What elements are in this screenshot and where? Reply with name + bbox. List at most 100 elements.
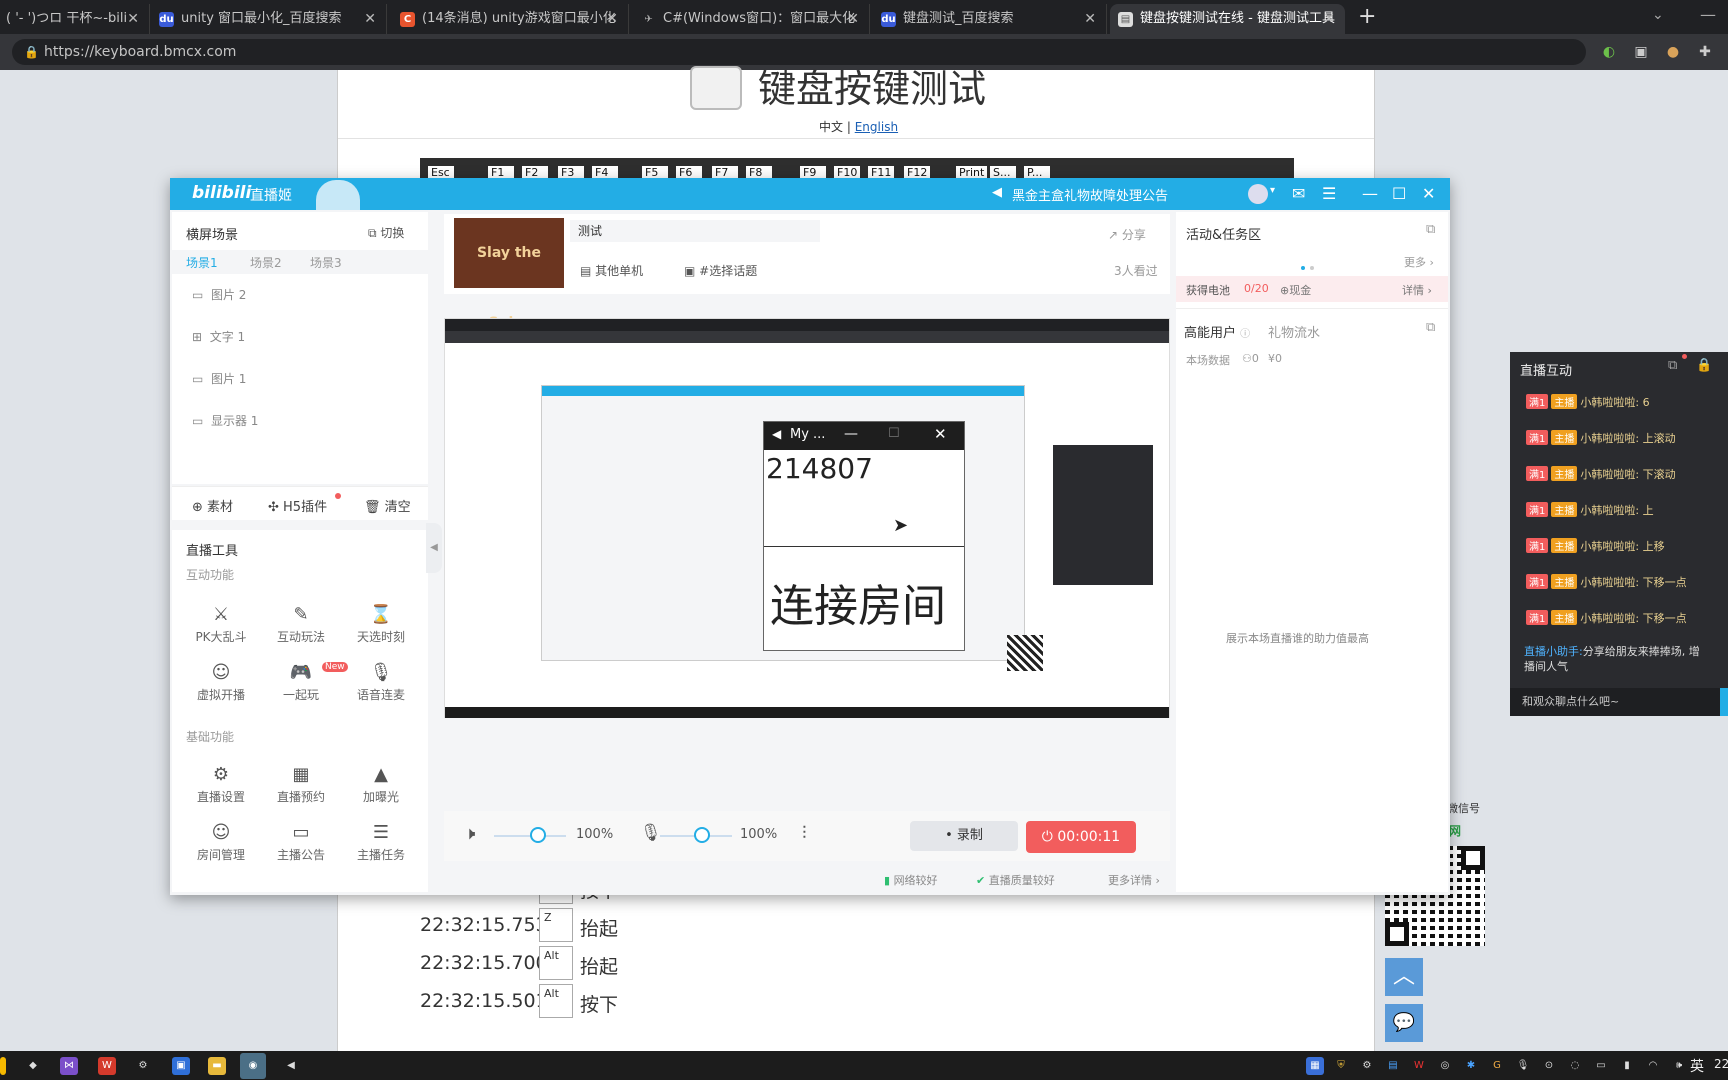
unity-app-icon[interactable]: ◆ [24, 1057, 42, 1075]
browser-tab-active[interactable]: ▤ 键盘按键测试在线 - 键盘测试工具 ✕ [1110, 4, 1345, 34]
speaker-icon[interactable]: 🕨 [464, 823, 475, 844]
bili-tray-icon[interactable]: ▤ [1384, 1057, 1402, 1075]
ime-indicator[interactable]: 英 [1690, 1056, 1704, 1076]
wps-tray-icon[interactable]: W [1410, 1057, 1428, 1075]
battery-icon[interactable]: ▮ [1618, 1057, 1636, 1075]
tool-button[interactable]: ☺ 房间管理 [186, 822, 256, 863]
gear-icon[interactable]: ⚙ [1358, 1057, 1376, 1075]
minimize-icon[interactable]: — [1362, 178, 1378, 210]
source-item[interactable]: ▭ 显示器 1 [192, 412, 258, 429]
puzzle-icon[interactable]: ✚ [1696, 43, 1714, 61]
tab-search-icon[interactable]: ⌄ [1652, 7, 1664, 23]
carousel-dot[interactable] [1301, 266, 1305, 270]
send-button[interactable] [1720, 688, 1728, 716]
unity-editor-icon[interactable]: ◀ [282, 1057, 300, 1075]
clock[interactable]: 22 [1714, 1057, 1728, 1071]
tool-button[interactable]: ⚔ PK大乱斗 [186, 604, 256, 645]
collapse-handle[interactable]: ◀ [426, 523, 442, 573]
volume-icon[interactable]: 🕪 [1670, 1057, 1688, 1075]
tool-button[interactable]: ⌛ 天选时刻 [346, 604, 416, 645]
connect-room-button[interactable]: 连接房间 [770, 570, 946, 634]
lang-cn[interactable]: 中文 [819, 120, 843, 134]
reader-icon[interactable]: ▣ [1632, 43, 1650, 61]
menu-icon[interactable]: ☰ [1322, 178, 1336, 210]
tab-scene-3[interactable]: 场景3 [310, 254, 342, 271]
tray-globe-icon[interactable]: ◌ [1566, 1057, 1584, 1075]
chat-button[interactable]: 💬 [1385, 1004, 1423, 1042]
lock-icon[interactable]: 🔒 [1696, 358, 1712, 373]
close-icon[interactable]: ✕ [847, 4, 859, 34]
steam-icon-2[interactable]: ⊙ [1540, 1057, 1558, 1075]
popout-icon[interactable]: ⧉ [1426, 320, 1435, 335]
category-button[interactable]: ▤ 其他单机 [580, 262, 643, 279]
display-icon[interactable]: ▭ [1592, 1057, 1610, 1075]
wps-icon[interactable]: W [98, 1057, 116, 1075]
source-item[interactable]: ▭ 图片 2 [192, 286, 246, 303]
chrome-tray-icon[interactable]: G [1488, 1057, 1506, 1075]
tool-button[interactable]: ☺ 虚拟开播 [186, 662, 256, 703]
close-icon[interactable]: ✕ [1323, 4, 1335, 34]
close-icon[interactable]: ✕ [127, 4, 139, 34]
browser-tab[interactable]: C (14条消息) unity游戏窗口最小化 ✕ [392, 4, 629, 34]
steam-icon[interactable]: ⚙ [134, 1057, 152, 1075]
mic-tray-icon[interactable]: 🎙 [1514, 1057, 1532, 1075]
source-item[interactable]: ⊞ 文字 1 [192, 328, 245, 345]
close-icon[interactable]: ✕ [364, 4, 376, 34]
browser-tab[interactable]: ( '- ')つロ 干杯~-bili ✕ [0, 4, 150, 34]
browser-app-icon[interactable]: ◉ [240, 1053, 266, 1079]
back-to-top-button[interactable]: ︿ [1385, 958, 1423, 996]
material-button[interactable]: ⊕ 素材 [192, 496, 233, 515]
source-item[interactable]: ▭ 图片 1 [192, 370, 246, 387]
h5-plugin-button[interactable]: ✣ H5插件 [268, 496, 327, 515]
browser-tab[interactable]: ✈ C#(Windows窗口)：窗口最大化 ✕ [633, 4, 870, 34]
photos-icon[interactable]: ▣ [172, 1057, 190, 1075]
carousel-dot[interactable] [1310, 266, 1314, 270]
close-icon[interactable]: ✕ [934, 425, 947, 443]
more-details-link[interactable]: 更多详情 › [1108, 872, 1160, 888]
more-link[interactable]: 更多 › [1404, 254, 1434, 270]
topic-button[interactable]: ▣ #选择话题 [684, 262, 757, 279]
minimize-icon[interactable]: — [844, 426, 858, 442]
switch-button[interactable]: ⧉ 切换 [368, 224, 404, 241]
record-button[interactable]: • 录制 [910, 821, 1018, 851]
profile-icon[interactable]: ● [1664, 43, 1682, 61]
stream-title-input[interactable]: 测试 [570, 220, 820, 242]
tool-button[interactable]: 🎙 语音连麦 [346, 662, 416, 703]
tab-scene-1[interactable]: 场景1 [186, 254, 218, 271]
extension-icon[interactable]: ◐ [1600, 43, 1618, 61]
close-icon[interactable]: ✕ [1084, 4, 1096, 34]
tray-icon[interactable]: ▦ [1306, 1057, 1324, 1075]
app-icon[interactable] [0, 1057, 6, 1075]
chat-input[interactable]: 和观众聊点什么吧~ [1510, 688, 1720, 716]
browser-tab[interactable]: du 键盘测试_百度搜索 ✕ [873, 4, 1107, 34]
tool-button[interactable]: ⚙ 直播设置 [186, 764, 256, 805]
announcement[interactable]: 黑金主盒礼物故障处理公告 [1012, 185, 1168, 204]
clear-button[interactable]: 🗑 清空 [364, 496, 411, 515]
tab-high-users[interactable]: 高能用户 ⓘ [1184, 322, 1250, 341]
tool-button[interactable]: ▲ 加曝光 [346, 764, 416, 805]
minimize-icon[interactable]: — [1700, 5, 1716, 24]
share-button[interactable]: ↗ 分享 [1108, 226, 1146, 243]
tool-button[interactable]: ✎ 互动玩法 [266, 604, 336, 645]
tab-gift-flow[interactable]: 礼物流水 [1268, 322, 1320, 341]
microphone-icon[interactable]: 🎙 [640, 823, 662, 843]
new-tab-button[interactable]: + [1358, 4, 1376, 29]
chevron-down-icon[interactable]: ▾ [1270, 185, 1275, 196]
speaker-slider-thumb[interactable] [530, 827, 546, 843]
cover-image[interactable]: Slay the Spire [454, 218, 564, 331]
app-tray-icon[interactable]: ✱ [1462, 1057, 1480, 1075]
close-icon[interactable]: ✕ [606, 4, 618, 34]
wifi-icon[interactable]: ◠ [1644, 1057, 1662, 1075]
tool-button[interactable]: ▭ 主播公告 [266, 822, 336, 863]
popout-icon[interactable]: ⧉ [1426, 222, 1435, 237]
visual-studio-icon[interactable]: ⋈ [60, 1057, 78, 1075]
browser-tab[interactable]: du unity 窗口最小化_百度搜索 ✕ [151, 4, 387, 34]
popout-icon[interactable]: ⧉ [1668, 358, 1677, 373]
explorer-icon[interactable]: ▬ [208, 1057, 226, 1075]
maximize-icon[interactable]: ☐ [888, 426, 900, 441]
shield-icon[interactable]: ⛨ [1332, 1057, 1350, 1075]
mic-slider-thumb[interactable] [694, 827, 710, 843]
detail-link[interactable]: 详情 › [1402, 282, 1432, 298]
tool-button[interactable]: ▦ 直播预约 [266, 764, 336, 805]
mixer-icon[interactable]: ⫶ [802, 823, 807, 844]
